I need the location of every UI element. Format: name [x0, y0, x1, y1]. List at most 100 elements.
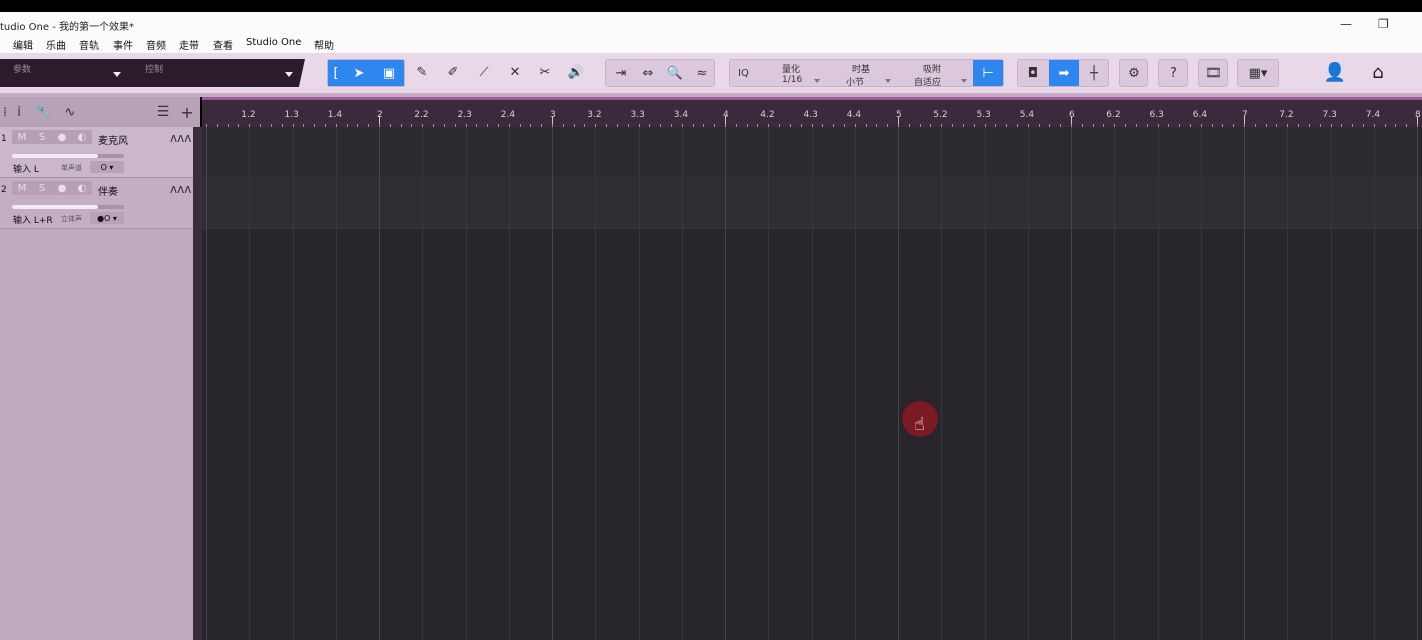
track-row[interactable]: 2 M S ● ◐ 伴奏 ʌʌʌ 输入 L+R 立体声 ●O ▾: [0, 178, 193, 229]
grid-line: [985, 127, 986, 640]
control-label: 控制: [145, 65, 164, 75]
automation-icon[interactable]: ∿: [58, 99, 82, 125]
video-button[interactable]: 🎞: [1198, 59, 1228, 87]
menu-audio[interactable]: 音频: [146, 37, 166, 52]
menu-track[interactable]: 音轨: [79, 37, 99, 52]
quick-settings-button[interactable]: ⚙: [1119, 59, 1148, 87]
arrow-tool-icon[interactable]: ➤: [344, 60, 374, 86]
snap-value[interactable]: 自适应: [914, 75, 941, 88]
track-row[interactable]: 1 M S ● ◐ 麦克风 ʌʌʌ 输入 L 单声道 O ▾: [0, 127, 193, 178]
snap-toggle-icon[interactable]: ⊢: [973, 60, 1003, 86]
minimize-icon[interactable]: —: [1340, 17, 1352, 31]
monitor-select[interactable]: ●O ▾: [90, 212, 124, 224]
monitor-value: ●O: [97, 213, 111, 223]
channel-mode: 立体声: [61, 215, 82, 223]
grid-line: [725, 127, 726, 640]
transient-tool-icon[interactable]: ≈: [687, 60, 717, 86]
track-input[interactable]: 输入 L+R: [13, 213, 53, 226]
grid-line: [682, 127, 683, 640]
user-icon[interactable]: 👤: [1320, 59, 1350, 85]
monitor-icon[interactable]: ◐: [72, 181, 92, 195]
menu-studio-one[interactable]: Studio One: [246, 37, 301, 48]
grid-line: [466, 127, 467, 640]
timeline-ruler[interactable]: 1.2 1.3 1.4 2 2.2 2.3 2.4 3 3.2 3.3 3.4 4 4.2 4.3 4.4 5…: [202, 97, 1422, 128]
mute-tool-icon[interactable]: ✕: [500, 59, 530, 85]
quantize-value[interactable]: 1/16: [782, 75, 802, 85]
ruler-label: 2.2: [414, 110, 429, 120]
arrange-view[interactable]: [202, 127, 1422, 640]
ruler-label: 4.2: [760, 110, 775, 120]
paint-tool-icon[interactable]: ⟋: [469, 59, 499, 85]
range-tool-icon[interactable]: ▣: [374, 60, 404, 86]
stretch-tool-icon[interactable]: ⇔: [633, 60, 663, 86]
home-icon[interactable]: ⌂: [1363, 59, 1393, 85]
wrench-icon[interactable]: 🔧: [33, 99, 55, 125]
film-icon[interactable]: 🎞: [1199, 60, 1228, 86]
volume-fader-fill: [12, 205, 99, 209]
zoom-tool-icon[interactable]: 🔍: [660, 60, 690, 86]
menu-event[interactable]: 事件: [113, 37, 133, 52]
waveform-icon: ʌʌʌ: [170, 182, 192, 196]
solo-button[interactable]: S: [32, 181, 52, 195]
control-dropdown-icon[interactable]: [285, 72, 293, 77]
mute-button[interactable]: M: [12, 130, 32, 144]
grid-line: [1417, 127, 1418, 640]
record-arm-icon[interactable]: ●: [52, 181, 72, 195]
snap-dropdown-icon[interactable]: [961, 79, 967, 83]
menu-help[interactable]: 帮助: [314, 37, 334, 52]
monitor-icon[interactable]: ◐: [72, 130, 92, 144]
menu-song[interactable]: 乐曲: [46, 37, 66, 52]
snap-label: 吸附: [923, 65, 942, 75]
solo-button[interactable]: S: [32, 130, 52, 144]
ruler-label: 2.3: [457, 110, 472, 120]
main-toolbar: 参数 控制 [ ➤ ▣ ✎ ✐ ⟋ ✕ ✂ 🔊 ⇥ ⇔ 🔍 ≈ IQ 量化 1/…: [0, 53, 1422, 95]
eraser-tool-icon[interactable]: ✐: [438, 59, 468, 85]
follow-playback-icon[interactable]: ➡: [1049, 60, 1079, 86]
menu-transport[interactable]: 走带: [179, 37, 199, 52]
quantize-dropdown-icon[interactable]: [814, 79, 820, 83]
iq-button[interactable]: IQ: [738, 68, 749, 79]
track-name[interactable]: 麦克风: [98, 132, 128, 147]
menu-view[interactable]: 查看: [213, 37, 233, 52]
menu-edit[interactable]: 编辑: [13, 37, 33, 52]
menu-grip-icon[interactable]: ⁞: [0, 99, 10, 125]
grid-menu-icon[interactable]: ▦▾: [1238, 60, 1278, 86]
grid-line: [379, 127, 380, 640]
split-tool-icon[interactable]: ✂: [530, 59, 560, 85]
track-input[interactable]: 输入 L: [13, 162, 39, 175]
add-track-icon[interactable]: +: [176, 99, 198, 125]
grid-line: [941, 127, 942, 640]
volume-fader[interactable]: [12, 205, 124, 209]
track-name[interactable]: 伴奏: [98, 183, 118, 198]
grid-line: [1287, 127, 1288, 640]
help-icon[interactable]: ?: [1159, 60, 1188, 86]
grid-line: [898, 127, 899, 640]
params-dropdown-icon[interactable]: [113, 72, 121, 77]
bend-tool-icon[interactable]: ⇥: [606, 60, 636, 86]
restore-icon[interactable]: ❐: [1378, 17, 1389, 31]
record-arm-icon[interactable]: ●: [52, 130, 72, 144]
grid-line: [812, 127, 813, 640]
info-icon[interactable]: i: [10, 99, 28, 125]
grid-line: [1331, 127, 1332, 640]
timebase-value[interactable]: 小节: [846, 75, 864, 88]
track-list: 1 M S ● ◐ 麦克风 ʌʌʌ 输入 L 单声道 O ▾ 2 M S ● ◐…: [0, 127, 200, 640]
help-button[interactable]: ?: [1158, 59, 1188, 87]
gear-icon[interactable]: ⚙: [1120, 60, 1148, 86]
monitor-select[interactable]: O ▾: [90, 161, 124, 173]
range-bracket-icon[interactable]: [: [328, 60, 344, 86]
pencil-tool-icon[interactable]: ✎: [407, 59, 437, 85]
volume-fader[interactable]: [12, 154, 124, 158]
layout-button[interactable]: ▦▾: [1237, 59, 1279, 87]
timebase-dropdown-icon[interactable]: [885, 79, 891, 83]
monitor-value: O: [100, 162, 107, 172]
loop-marker-icon[interactable]: ◘: [1018, 60, 1048, 86]
track-list-splitter[interactable]: [193, 127, 202, 640]
timebase-label: 时基: [852, 65, 871, 75]
title-bar: tudio One - 我的第一个效果* — ❐: [0, 12, 1422, 36]
list-icon[interactable]: ☰: [152, 99, 174, 125]
mute-button[interactable]: M: [12, 181, 32, 195]
cursor-follow-icon[interactable]: ┼: [1079, 60, 1109, 86]
ruler-label: 7.3: [1322, 110, 1337, 120]
listen-tool-icon[interactable]: 🔊: [561, 59, 591, 85]
